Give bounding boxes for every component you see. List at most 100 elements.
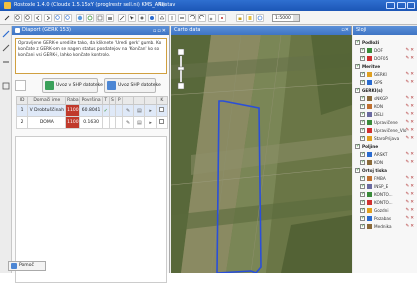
zoom-slider[interactable]	[177, 49, 185, 89]
layer-checkbox[interactable]	[360, 126, 365, 135]
layer-actions-icon[interactable]: ✎✕	[405, 222, 415, 231]
print-row-icon[interactable]: ▤	[133, 104, 146, 117]
help-button[interactable]: Pomoč	[8, 261, 46, 271]
magnifier-plus-icon[interactable]	[54, 14, 62, 22]
info-icon[interactable]	[148, 14, 156, 22]
layer-group-checkbox[interactable]	[355, 38, 360, 47]
layer-checkbox[interactable]	[360, 70, 365, 79]
measure-icon[interactable]	[118, 14, 126, 22]
layer-checkbox[interactable]	[360, 134, 365, 143]
gerk-table: ID Domači ime Raba Površina T S P K 1 V …	[15, 96, 169, 129]
edit-row-icon[interactable]: ✎	[122, 116, 135, 129]
row-raba: 1100	[65, 104, 81, 117]
layer-checkbox[interactable]	[360, 174, 365, 183]
layer-swatch	[367, 96, 372, 101]
report-icon[interactable]	[246, 14, 254, 22]
col-name[interactable]: Domači ime	[27, 96, 67, 105]
panel-window-buttons[interactable]: ▫▫✕	[153, 27, 167, 36]
forward-icon[interactable]	[44, 14, 52, 22]
ruler-icon[interactable]	[2, 58, 10, 66]
layer-group-checkbox[interactable]	[355, 166, 360, 175]
goto-row-icon[interactable]: ▸	[144, 116, 157, 129]
layer-checkbox[interactable]	[360, 206, 365, 215]
globe-icon[interactable]	[76, 14, 84, 22]
select-icon[interactable]	[128, 14, 136, 22]
target-icon[interactable]	[256, 14, 264, 22]
col-raba[interactable]: Raba	[65, 96, 81, 105]
layer-group-checkbox[interactable]	[355, 86, 360, 95]
grid-icon[interactable]	[96, 14, 104, 22]
cut-icon[interactable]	[208, 14, 216, 22]
col-k[interactable]: K	[155, 96, 169, 105]
layer-checkbox[interactable]	[360, 78, 365, 87]
layer-checkbox[interactable]	[360, 150, 365, 159]
scale-value: 1:5000	[275, 16, 291, 21]
layer-checkbox[interactable]	[360, 102, 365, 111]
layer-checkbox[interactable]	[360, 214, 365, 223]
pan-icon[interactable]	[138, 14, 146, 22]
list-icon[interactable]	[2, 82, 10, 90]
layer-checkbox[interactable]	[360, 190, 365, 199]
snap-icon[interactable]	[218, 14, 226, 22]
layer-item[interactable]: Mednika ✎✕	[353, 222, 417, 231]
col-id[interactable]: ID	[15, 96, 29, 105]
maximize-button[interactable]	[397, 2, 406, 9]
table-row[interactable]: 1 V Drobtuščinah 1100 60.8041 ✓ ✎ ▤ ▸	[15, 104, 169, 117]
col-p[interactable]: P	[115, 96, 124, 105]
table-icon[interactable]	[15, 80, 26, 91]
side-tool-strip	[0, 26, 12, 273]
layer-checkbox[interactable]	[360, 118, 365, 127]
print-icon[interactable]	[106, 14, 114, 22]
col-t[interactable]: T	[101, 96, 110, 105]
magnifier-minus-icon[interactable]	[64, 14, 72, 22]
col-edit	[122, 96, 135, 105]
merge-icon[interactable]	[178, 14, 186, 22]
import-shp-button[interactable]: Uvoz SHP datoteke	[104, 78, 161, 93]
layer-checkbox[interactable]	[360, 158, 365, 167]
aerial-imagery[interactable]	[171, 35, 352, 273]
layer-label: Mednika	[374, 224, 392, 229]
refresh-icon[interactable]	[86, 14, 94, 22]
row-raba: 1100	[65, 116, 81, 129]
lock-icon[interactable]	[236, 14, 244, 22]
undo-icon[interactable]	[188, 14, 196, 22]
back-icon[interactable]	[34, 14, 42, 22]
row-k-checkbox[interactable]	[155, 116, 169, 129]
layer-swatch	[367, 192, 372, 197]
layer-checkbox[interactable]	[360, 54, 365, 63]
col-area[interactable]: Površina	[79, 96, 103, 105]
layer-checkbox[interactable]	[360, 222, 365, 231]
draw-icon[interactable]	[2, 44, 10, 52]
layer-checkbox[interactable]	[360, 198, 365, 207]
minimize-button[interactable]	[386, 2, 395, 9]
pencil-icon[interactable]	[3, 14, 11, 22]
zoom-in-icon[interactable]	[14, 14, 22, 22]
layer-checkbox[interactable]	[360, 110, 365, 119]
polygon-icon[interactable]	[158, 14, 166, 22]
goto-row-icon[interactable]: ▸	[144, 104, 157, 117]
export-icon	[45, 81, 54, 90]
close-button[interactable]	[407, 2, 415, 9]
help-icon	[11, 263, 17, 269]
row-s	[108, 104, 117, 117]
table-row[interactable]: 2 DOMA 1100 0.1630 ✎ ▤ ▸	[15, 116, 169, 129]
redo-icon[interactable]	[198, 14, 206, 22]
aerial-map[interactable]	[171, 35, 352, 273]
layer-checkbox[interactable]	[360, 182, 365, 191]
row-p	[115, 116, 124, 129]
export-shp-button[interactable]: Uvoz v SHP datoteke	[42, 78, 103, 93]
print-row-icon[interactable]: ▤	[133, 116, 146, 129]
zoom-out-icon[interactable]	[24, 14, 32, 22]
layer-group-checkbox[interactable]	[355, 142, 360, 151]
map-panel-buttons[interactable]: ▫✕	[341, 26, 349, 35]
edit-icon[interactable]	[2, 30, 10, 38]
layer-group-checkbox[interactable]	[355, 62, 360, 71]
split-icon[interactable]	[168, 14, 176, 22]
layer-checkbox[interactable]	[360, 94, 365, 103]
row-k-checkbox[interactable]	[155, 104, 169, 117]
col-s[interactable]: S	[108, 96, 117, 105]
scale-select[interactable]: 1:5000	[272, 14, 300, 22]
layer-checkbox[interactable]	[360, 46, 365, 55]
edit-row-icon[interactable]: ✎	[122, 104, 135, 117]
gerk-panel-title: Diaport (GERK 153)	[22, 27, 71, 33]
